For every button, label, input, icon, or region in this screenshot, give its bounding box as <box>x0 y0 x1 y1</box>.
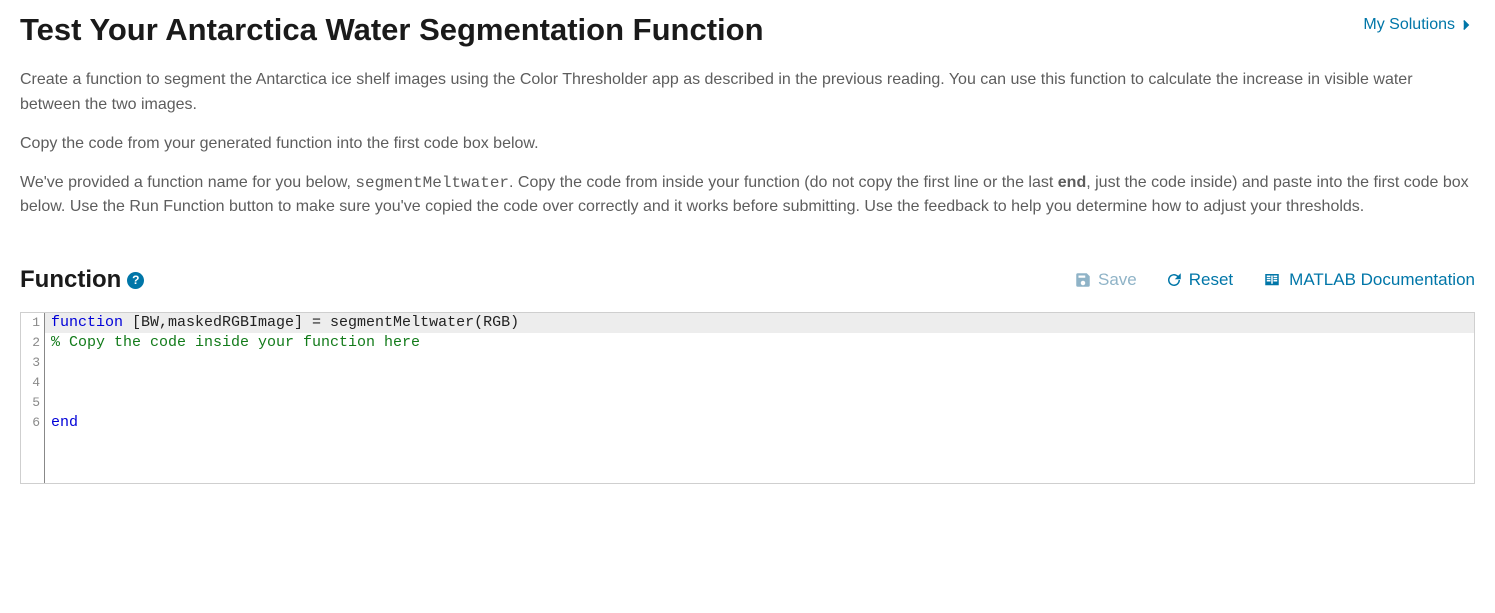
code-line-5[interactable]: 5 <box>21 393 1474 413</box>
reset-icon <box>1165 271 1183 289</box>
line-number: 5 <box>21 393 45 413</box>
reset-label: Reset <box>1189 270 1233 290</box>
code-line-2[interactable]: 2 % Copy the code inside your function h… <box>21 333 1474 353</box>
code-line-4[interactable]: 4 <box>21 373 1474 393</box>
line-number: 2 <box>21 333 45 353</box>
editor-empty-area[interactable] <box>21 433 1474 483</box>
desc-paragraph-2: Copy the code from your generated functi… <box>20 132 1475 157</box>
code-line-1[interactable]: 1 function [BW,maskedRGBImage] = segment… <box>21 313 1474 333</box>
my-solutions-link[interactable]: My Solutions <box>1363 16 1475 34</box>
book-icon <box>1261 271 1283 289</box>
line-number: 1 <box>21 313 45 333</box>
function-name-inline: segmentMeltwater <box>355 174 509 192</box>
docs-label: MATLAB Documentation <box>1289 270 1475 290</box>
line-number: 4 <box>21 373 45 393</box>
code-line-3[interactable]: 3 <box>21 353 1474 373</box>
code-line-6[interactable]: 6 end <box>21 413 1474 433</box>
line-number: 6 <box>21 413 45 433</box>
desc-paragraph-1: Create a function to segment the Antarct… <box>20 68 1475 118</box>
line-number: 3 <box>21 353 45 373</box>
description-block: Create a function to segment the Antarct… <box>20 68 1475 220</box>
function-heading: Function <box>20 266 121 294</box>
end-keyword-inline: end <box>1058 174 1086 191</box>
my-solutions-label: My Solutions <box>1363 16 1455 34</box>
matlab-documentation-link[interactable]: MATLAB Documentation <box>1261 270 1475 290</box>
page-title: Test Your Antarctica Water Segmentation … <box>20 10 764 50</box>
chevron-right-icon <box>1457 16 1475 34</box>
save-label: Save <box>1098 270 1137 290</box>
desc-paragraph-3: We've provided a function name for you b… <box>20 171 1475 221</box>
save-button[interactable]: Save <box>1074 270 1137 290</box>
code-editor[interactable]: 1 function [BW,maskedRGBImage] = segment… <box>20 312 1475 484</box>
help-icon[interactable]: ? <box>127 272 144 289</box>
reset-button[interactable]: Reset <box>1165 270 1233 290</box>
save-icon <box>1074 271 1092 289</box>
